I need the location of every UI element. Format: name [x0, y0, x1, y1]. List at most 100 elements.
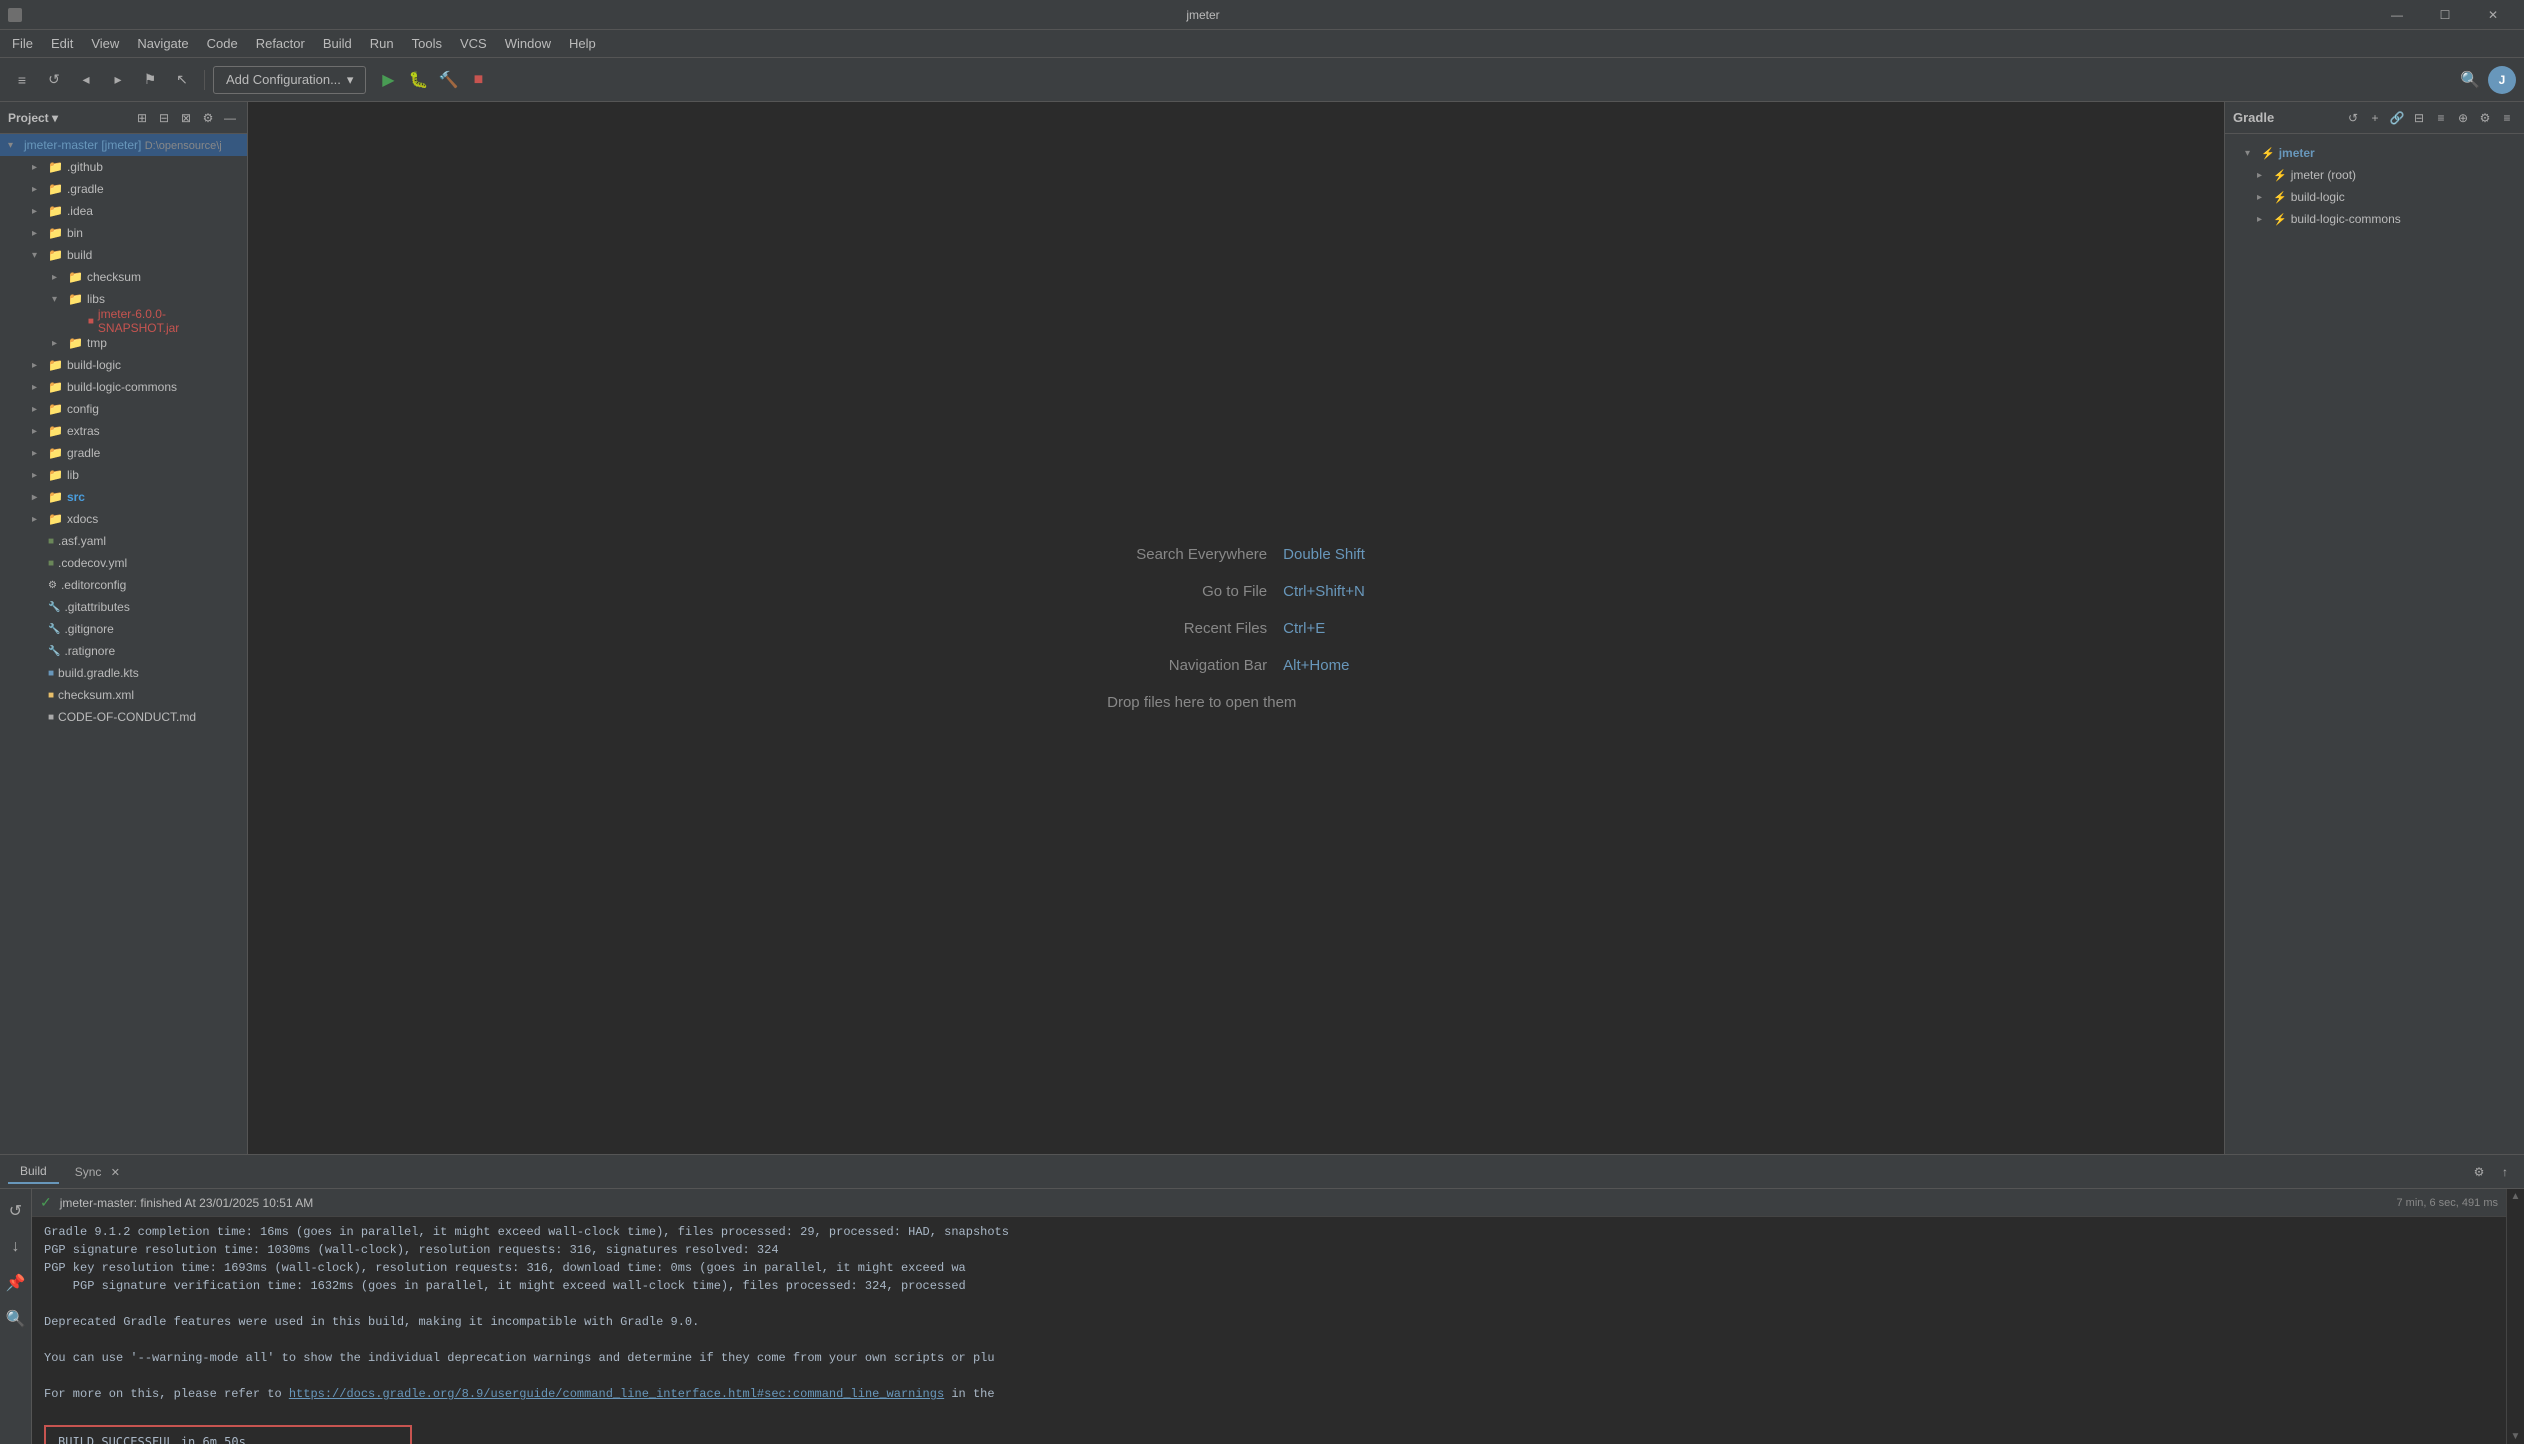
tree-root[interactable]: ▾ jmeter-master [jmeter] D:\opensource\j	[0, 134, 247, 156]
toolbar-refresh[interactable]: ↺	[40, 66, 68, 94]
close-button[interactable]: ✕	[2470, 0, 2516, 30]
minimize-button[interactable]: —	[2374, 0, 2420, 30]
tree-label-github: .github	[67, 160, 103, 174]
menu-refactor[interactable]: Refactor	[248, 32, 313, 55]
build-timestamp: At 23/01/2025 10:51 AM	[184, 1196, 313, 1210]
tree-item-build[interactable]: ▾ 📁 build	[0, 244, 247, 266]
toolbar-nav-next[interactable]: ▸	[104, 66, 132, 94]
menu-code[interactable]: Code	[199, 32, 246, 55]
toolbar-bookmark[interactable]: ⚑	[136, 66, 164, 94]
tree-item-xdocs[interactable]: ▸ 📁 xdocs	[0, 508, 247, 530]
panel-icon-settings[interactable]: ⚙	[199, 109, 217, 127]
tree-item-build-logic-commons[interactable]: ▸ 📁 build-logic-commons	[0, 376, 247, 398]
menu-help[interactable]: Help	[561, 32, 604, 55]
run-debug-button[interactable]: 🐛	[404, 66, 432, 94]
build-output-area: ↺ ↓ 📌 🔍 ✓ jmeter-master: finished At 23/…	[0, 1189, 2524, 1444]
user-avatar[interactable]: J	[2488, 66, 2516, 94]
gradle-item-build-logic[interactable]: ▸ ⚡ build-logic	[2225, 186, 2524, 208]
tree-item-codecov[interactable]: ■ .codecov.yml	[0, 552, 247, 574]
gradle-docs-link[interactable]: https://docs.gradle.org/8.9/userguide/co…	[289, 1387, 944, 1401]
gradle-link-icon[interactable]: 🔗	[2388, 109, 2406, 127]
tree-label-codecov: .codecov.yml	[58, 556, 127, 570]
tree-item-jar[interactable]: ▸ ■ jmeter-6.0.0-SNAPSHOT.jar	[0, 310, 247, 332]
project-panel-title: Project ▾	[8, 111, 127, 125]
build-content-wrapper: ✓ jmeter-master: finished At 23/01/2025 …	[32, 1189, 2506, 1444]
tree-item-config[interactable]: ▸ 📁 config	[0, 398, 247, 420]
panel-icon-scroll-to[interactable]: ⊟	[155, 109, 173, 127]
tab-build-label: Build	[20, 1164, 47, 1178]
menu-file[interactable]: File	[4, 32, 41, 55]
hint-goto-file: Go to File Ctrl+Shift+N	[1107, 583, 1365, 600]
menu-vcs[interactable]: VCS	[452, 32, 495, 55]
tree-item-lib[interactable]: ▸ 📁 lib	[0, 464, 247, 486]
tree-item-gitignore[interactable]: 🔧 .gitignore	[0, 618, 247, 640]
build-scroll-icon[interactable]: ↓	[2, 1233, 30, 1261]
bottom-expand-icon[interactable]: ↑	[2494, 1161, 2516, 1183]
tree-item-src[interactable]: ▸ 📁 src	[0, 486, 247, 508]
tab-sync-close[interactable]: ✕	[111, 1167, 120, 1179]
menu-window[interactable]: Window	[497, 32, 559, 55]
menu-tools[interactable]: Tools	[404, 32, 450, 55]
build-rerun-icon[interactable]: ↺	[2, 1197, 30, 1225]
scroll-down-icon[interactable]: ▼	[2511, 1431, 2521, 1442]
run-play-button[interactable]: ▶	[374, 66, 402, 94]
add-configuration-button[interactable]: Add Configuration... ▾	[213, 66, 366, 94]
tree-item-build-logic[interactable]: ▸ 📁 build-logic	[0, 354, 247, 376]
tree-item-asf-yaml[interactable]: ■ .asf.yaml	[0, 530, 247, 552]
window-title: jmeter	[32, 8, 2374, 22]
tree-item-checksum[interactable]: ▸ 📁 checksum	[0, 266, 247, 288]
gradle-expand-icon[interactable]: ⊟	[2410, 109, 2428, 127]
tree-item-bin[interactable]: ▸ 📁 bin	[0, 222, 247, 244]
tree-item-build-gradle[interactable]: ■ build.gradle.kts	[0, 662, 247, 684]
gradle-sort-icon[interactable]: ≡	[2432, 109, 2450, 127]
tree-item-editorconfig[interactable]: ⚙ .editorconfig	[0, 574, 247, 596]
menu-build[interactable]: Build	[315, 32, 360, 55]
gradle-item-build-logic-commons[interactable]: ▸ ⚡ build-logic-commons	[2225, 208, 2524, 230]
tree-item-tmp[interactable]: ▸ 📁 tmp	[0, 332, 247, 354]
toolbar-nav-back[interactable]: ≡	[8, 66, 36, 94]
tab-sync[interactable]: Sync ✕	[63, 1161, 132, 1183]
gradle-filter-icon[interactable]: ⊕	[2454, 109, 2472, 127]
gradle-refresh-icon[interactable]: ↺	[2344, 109, 2362, 127]
gradle-tree: ▾ ⚡ jmeter ▸ ⚡ jmeter (root) ▸ ⚡ build-l…	[2225, 134, 2524, 238]
gradle-settings-icon[interactable]: ⚙	[2476, 109, 2494, 127]
gradle-item-jmeter[interactable]: ▾ ⚡ jmeter	[2225, 142, 2524, 164]
search-everywhere-icon[interactable]: 🔍	[2456, 66, 2484, 94]
build-output-content[interactable]: Gradle 9.1.2 completion time: 16ms (goes…	[32, 1217, 2506, 1444]
right-scrollbar[interactable]: ▲ ▼	[2506, 1189, 2524, 1444]
toolbar-nav-prev[interactable]: ◂	[72, 66, 100, 94]
scroll-up-icon[interactable]: ▲	[2511, 1191, 2521, 1202]
build-pin-icon[interactable]: 📌	[2, 1269, 30, 1297]
maximize-button[interactable]: ☐	[2422, 0, 2468, 30]
tree-item-gradle[interactable]: ▸ 📁 gradle	[0, 442, 247, 464]
panel-icon-expand[interactable]: ⊠	[177, 109, 195, 127]
tree-item-github[interactable]: ▸ 📁 .github	[0, 156, 247, 178]
toolbar-cursor[interactable]: ↖	[168, 66, 196, 94]
panel-icon-close[interactable]: —	[221, 109, 239, 127]
tab-build[interactable]: Build	[8, 1160, 59, 1184]
tree-item-conduct[interactable]: ■ CODE-OF-CONDUCT.md	[0, 706, 247, 728]
tree-item-idea[interactable]: ▸ 📁 .idea	[0, 200, 247, 222]
menu-edit[interactable]: Edit	[43, 32, 81, 55]
toolbar: ≡ ↺ ◂ ▸ ⚑ ↖ Add Configuration... ▾ ▶ 🐛 🔨…	[0, 58, 2524, 102]
tree-item-checksum-xml[interactable]: ■ checksum.xml	[0, 684, 247, 706]
run-controls: ▶ 🐛 🔨 ■	[374, 66, 492, 94]
run-stop-button[interactable]: ■	[464, 66, 492, 94]
panel-icon-locate[interactable]: ⊞	[133, 109, 151, 127]
gradle-toolbar-icon[interactable]: ≡	[2498, 109, 2516, 127]
window-controls[interactable]: — ☐ ✕	[2374, 0, 2516, 30]
tree-item-extras[interactable]: ▸ 📁 extras	[0, 420, 247, 442]
tree-label-asf-yaml: .asf.yaml	[58, 534, 106, 548]
menu-run[interactable]: Run	[362, 32, 402, 55]
tree-item-gradle-folder[interactable]: ▸ 📁 .gradle	[0, 178, 247, 200]
menu-navigate[interactable]: Navigate	[129, 32, 196, 55]
bottom-settings-icon[interactable]: ⚙	[2468, 1161, 2490, 1183]
gradle-add-icon[interactable]: +	[2366, 109, 2384, 127]
tree-item-gitattributes[interactable]: 🔧 .gitattributes	[0, 596, 247, 618]
menu-view[interactable]: View	[83, 32, 127, 55]
gradle-panel: Gradle ↺ + 🔗 ⊟ ≡ ⊕ ⚙ ≡ ▾ ⚡ j	[2224, 102, 2524, 1154]
run-build-button[interactable]: 🔨	[434, 66, 462, 94]
tree-item-ratignore[interactable]: 🔧 .ratignore	[0, 640, 247, 662]
build-filter-icon[interactable]: 🔍	[2, 1305, 30, 1333]
gradle-item-jmeter-root[interactable]: ▸ ⚡ jmeter (root)	[2225, 164, 2524, 186]
